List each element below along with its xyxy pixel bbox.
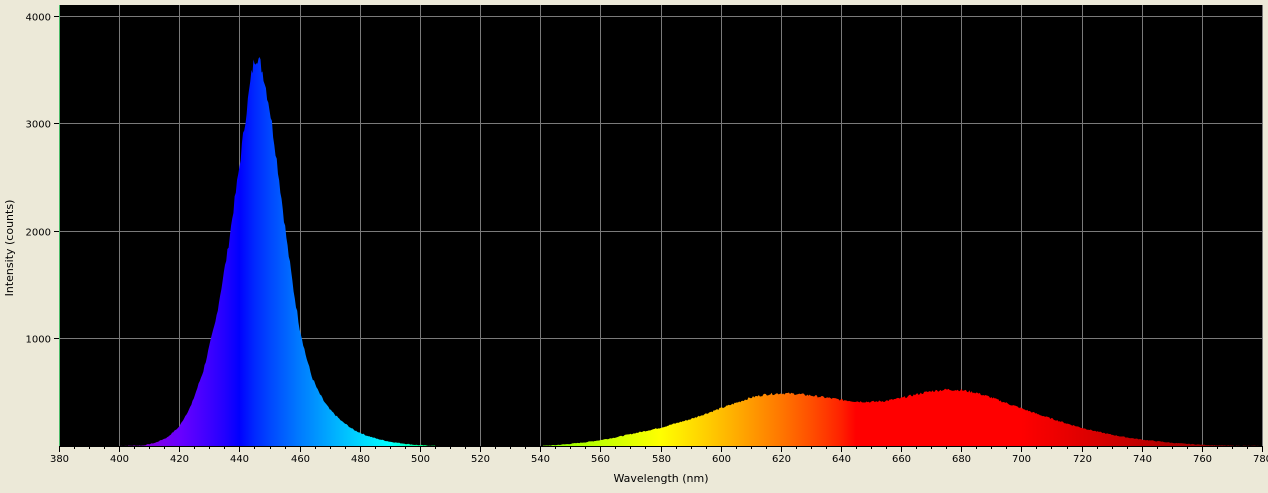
x-tick-label: 400	[110, 454, 129, 465]
x-tick-label: 720	[1073, 454, 1092, 465]
x-tick-label: 480	[351, 454, 370, 465]
x-tick-label: 540	[531, 454, 550, 465]
y-tick-label: 3000	[26, 120, 51, 131]
y-tick-label: 4000	[26, 13, 51, 24]
x-tick-label: 620	[772, 454, 791, 465]
x-tick-label: 380	[50, 454, 69, 465]
x-tick-label: 740	[1133, 454, 1152, 465]
x-tick-label: 440	[230, 454, 249, 465]
x-tick-label: 700	[1012, 454, 1031, 465]
x-tick-label: 600	[712, 454, 731, 465]
x-tick-label: 520	[471, 454, 490, 465]
x-tick-label: 580	[652, 454, 671, 465]
x-tick-label: 560	[591, 454, 610, 465]
spectrum-chart: 380 400 420 440 460 480 500 520 540 560 580 600 620 6…	[0, 0, 1268, 493]
x-tick-label: 640	[832, 454, 851, 465]
x-tick-label: 680	[952, 454, 971, 465]
x-tick-label: 460	[291, 454, 310, 465]
y-tick-label: 1000	[26, 335, 51, 346]
x-tick-label: 760	[1193, 454, 1212, 465]
x-axis-title: Wavelength (nm)	[613, 472, 708, 485]
x-tick-label: 500	[411, 454, 430, 465]
x-tick-label: 780	[1253, 454, 1268, 465]
y-tick-label: 2000	[26, 228, 51, 239]
x-tick-label: 420	[170, 454, 189, 465]
y-axis-title: Intensity (counts)	[3, 200, 16, 297]
x-tick-label: 660	[892, 454, 911, 465]
